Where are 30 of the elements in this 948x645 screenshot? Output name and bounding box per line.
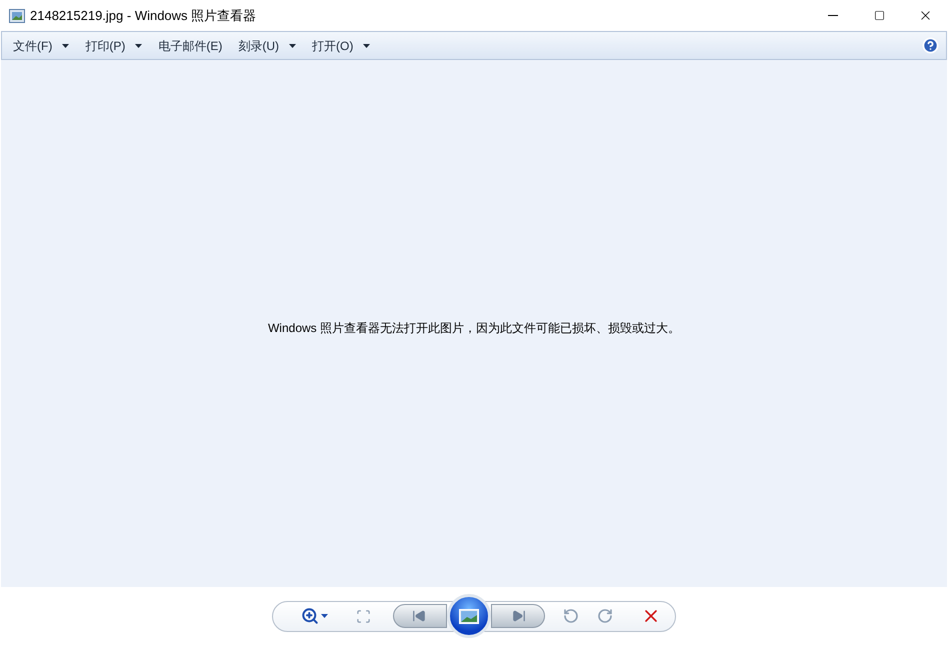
fit-window-button[interactable]: [356, 608, 371, 624]
rotate-left-button[interactable]: [563, 608, 579, 624]
window-title: 2148215219.jpg - Windows 照片查看器: [30, 6, 256, 25]
menu-item[interactable]: 打印(P): [78, 34, 150, 56]
rotate-right-button[interactable]: [597, 608, 613, 624]
zoom-button[interactable]: [301, 607, 328, 625]
caret-icon: [289, 44, 296, 48]
caret-icon: [321, 614, 328, 618]
fit-icon: [356, 608, 371, 624]
previous-icon: [412, 609, 426, 623]
slideshow-button[interactable]: [447, 594, 491, 638]
caret-icon: [62, 44, 70, 48]
picture-icon: [459, 608, 479, 624]
minimize-icon: [828, 15, 838, 16]
menu-item[interactable]: 文件(F): [6, 34, 76, 56]
menu-item[interactable]: 电子邮件(E): [151, 34, 230, 56]
rotate-right-icon: [597, 608, 613, 624]
next-icon: [512, 609, 526, 623]
caret-icon: [135, 44, 142, 48]
maximize-icon: [874, 10, 884, 21]
zoom-in-icon: [301, 607, 319, 625]
previous-button[interactable]: [393, 604, 447, 628]
next-button[interactable]: [491, 604, 545, 628]
picture-file-icon: [9, 8, 25, 22]
menu-item[interactable]: 打开(O): [305, 34, 378, 56]
error-message: Windows 照片查看器无法打开此图片，因为此文件可能已损坏、损毁或过大。: [268, 320, 680, 336]
rotate-left-icon: [563, 608, 579, 624]
menu-item[interactable]: 刻录(U): [231, 34, 303, 56]
help-icon[interactable]: [922, 37, 939, 54]
caret-icon: [363, 44, 370, 48]
